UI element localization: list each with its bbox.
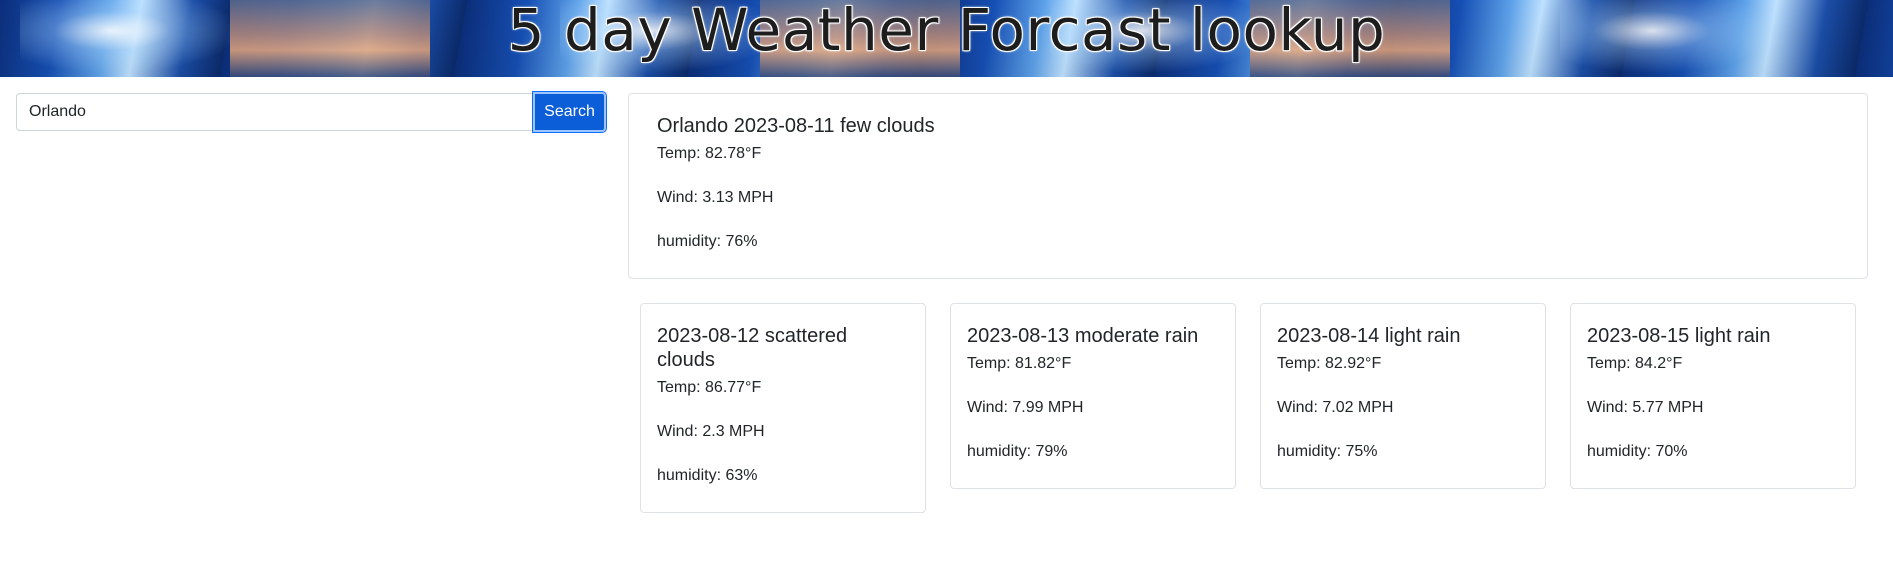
forecast-wind: Wind: 7.02 MPH bbox=[1277, 399, 1394, 416]
forecast-temp: Temp: 82.92°F bbox=[1277, 355, 1382, 372]
forecast-temp: Temp: 86.77°F bbox=[657, 379, 762, 396]
forecast-wind: Wind: 2.3 MPH bbox=[657, 423, 765, 440]
search-input[interactable] bbox=[16, 93, 533, 131]
current-humidity: humidity: 76% bbox=[657, 233, 758, 250]
forecast-heading: 2023-08-12 scattered clouds bbox=[657, 325, 848, 371]
header-banner: 5 day Weather Forcast lookup bbox=[0, 0, 1893, 77]
forecast-heading: 2023-08-13 moderate rain bbox=[967, 325, 1199, 347]
forecast-card: 2023-08-13 moderate rain Temp: 81.82°F W… bbox=[950, 303, 1236, 489]
forecast-heading: 2023-08-14 light rain bbox=[1277, 325, 1461, 347]
forecast-temp: Temp: 81.82°F bbox=[967, 355, 1072, 372]
current-wind: Wind: 3.13 MPH bbox=[657, 189, 774, 206]
forecast-humidity: humidity: 79% bbox=[967, 443, 1068, 460]
forecast-card: 2023-08-15 light rain Temp: 84.2°F Wind:… bbox=[1570, 303, 1856, 489]
current-weather-card: Orlando 2023-08-11 few clouds Temp: 82.7… bbox=[628, 93, 1868, 279]
page-title: 5 day Weather Forcast lookup bbox=[507, 0, 1386, 64]
forecast-heading: 2023-08-15 light rain bbox=[1587, 325, 1771, 347]
current-weather-heading: Orlando 2023-08-11 few clouds bbox=[657, 115, 935, 137]
forecast-wind: Wind: 7.99 MPH bbox=[967, 399, 1084, 416]
current-temp: Temp: 82.78°F bbox=[657, 145, 762, 162]
forecast-wind: Wind: 5.77 MPH bbox=[1587, 399, 1704, 416]
forecast-card: 2023-08-14 light rain Temp: 82.92°F Wind… bbox=[1260, 303, 1546, 489]
forecast-card: 2023-08-12 scattered clouds Temp: 86.77°… bbox=[640, 303, 926, 513]
forecast-temp: Temp: 84.2°F bbox=[1587, 355, 1683, 372]
forecast-humidity: humidity: 70% bbox=[1587, 443, 1688, 460]
search-form: Search bbox=[16, 91, 607, 133]
forecast-humidity: humidity: 75% bbox=[1277, 443, 1378, 460]
forecast-humidity: humidity: 63% bbox=[657, 467, 758, 484]
search-button[interactable]: Search bbox=[532, 91, 607, 133]
